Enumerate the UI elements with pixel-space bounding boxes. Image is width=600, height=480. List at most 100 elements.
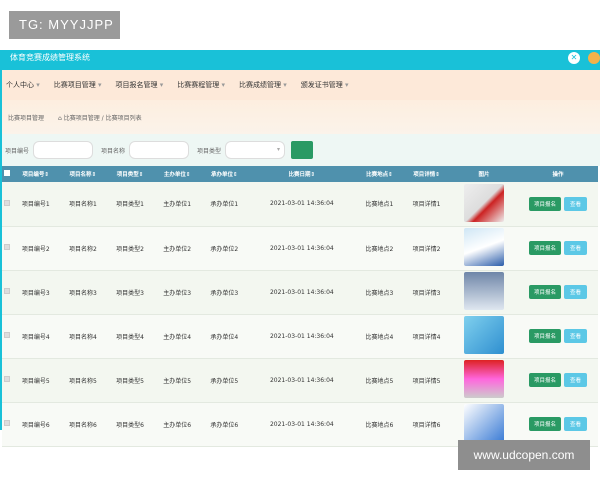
table-cell: 主办单位1 — [153, 182, 201, 227]
table-cell: 比赛地点1 — [355, 182, 403, 227]
table-cell: 项目详情1 — [402, 182, 451, 227]
table-row: 项目编号4 项目名称4 项目类型4 主办单位4 承办单位4 2021-03-01 14:3… — [2, 314, 598, 359]
nav-item[interactable]: 比赛项目管理 ▾ — [54, 80, 102, 90]
table-cell: 比赛地点5 — [355, 358, 403, 403]
top-bar: 体育竞赛成绩管理系统 ✕ — [2, 50, 600, 70]
search-button[interactable] — [291, 141, 314, 159]
select-all-checkbox[interactable] — [2, 166, 13, 182]
table-cell: 比赛地点2 — [355, 226, 403, 271]
register-button[interactable]: 项目报名 — [528, 285, 561, 299]
view-button[interactable]: 查看 — [564, 329, 588, 343]
table-cell: 项目编号1 — [12, 182, 60, 227]
project-table: 项目编号⇕ 项目名称⇕ 项目类型⇕ 主办单位⇕ 承办单位⇕ 比赛日期⇕ 比赛地点⇕ 项目详情⇕… — [2, 166, 598, 447]
project-image — [450, 358, 518, 403]
table-row: 项目编号5 项目名称5 项目类型5 主办单位5 承办单位5 2021-03-01 14:3… — [2, 358, 598, 403]
table-cell: 比赛地点6 — [355, 402, 403, 447]
register-button[interactable]: 项目报名 — [528, 241, 561, 255]
table-cell: 项目类型2 — [106, 226, 154, 271]
table-cell: 2021-03-01 14:36:04 — [247, 314, 356, 359]
column-header[interactable]: 比赛地点⇕ — [355, 166, 403, 182]
project-image — [450, 182, 518, 227]
watermark-bottom: www.udcopen.com — [458, 440, 590, 470]
project-image — [450, 226, 518, 271]
page-title: 比赛项目管理 — [8, 114, 45, 122]
register-button[interactable]: 项目报名 — [528, 196, 561, 211]
view-button[interactable]: 查看 — [564, 241, 588, 255]
table-cell: 项目名称2 — [59, 226, 107, 271]
row-checkbox[interactable] — [2, 314, 13, 359]
row-checkbox[interactable] — [2, 182, 13, 227]
table-cell: 主办单位3 — [153, 270, 201, 315]
table-cell: 承办单位2 — [200, 226, 248, 271]
type-select[interactable]: ▾ — [225, 141, 286, 159]
column-header[interactable]: 项目类型⇕ — [106, 166, 154, 182]
table-row: 项目编号3 项目名称3 项目类型3 主办单位3 承办单位3 2021-03-01 14:3… — [2, 270, 598, 315]
register-button[interactable]: 项目报名 — [528, 417, 561, 431]
view-button[interactable]: 查看 — [564, 196, 588, 211]
column-header[interactable]: 项目名称⇕ — [59, 166, 107, 182]
chevron-down-icon: ▾ — [344, 81, 349, 89]
nav-item[interactable]: 项目报名管理 ▾ — [116, 80, 164, 90]
column-header: 图片 — [450, 166, 518, 182]
table-cell: 2021-03-01 14:36:04 — [247, 402, 356, 447]
project-image — [450, 314, 518, 359]
avatar[interactable] — [588, 52, 600, 64]
register-button[interactable]: 项目报名 — [528, 373, 561, 387]
table-cell: 项目详情3 — [402, 270, 451, 315]
actions-cell: 项目报名 查看 — [518, 358, 598, 403]
table-cell: 主办单位5 — [153, 358, 201, 403]
table-cell: 项目详情2 — [402, 226, 451, 271]
table-cell: 项目编号3 — [12, 270, 60, 315]
table-cell: 承办单位6 — [200, 402, 248, 447]
project-image — [450, 270, 518, 315]
actions-cell: 项目报名 查看 — [518, 314, 598, 359]
table-cell: 比赛地点3 — [355, 270, 403, 315]
chevron-down-icon: ▾ — [221, 81, 225, 89]
breadcrumb: 比赛项目管理 ⌂ 比赛项目管理 / 比赛项目列表 — [2, 100, 600, 134]
row-checkbox[interactable] — [2, 402, 13, 447]
view-button[interactable]: 查看 — [564, 417, 588, 431]
table-cell: 比赛地点4 — [355, 314, 403, 359]
table-cell: 承办单位5 — [200, 358, 248, 403]
nav-item[interactable]: 比赛成绩管理 ▾ — [239, 80, 287, 90]
column-header[interactable]: 承办单位⇕ — [200, 166, 248, 182]
table-cell: 承办单位1 — [200, 182, 248, 227]
breadcrumb-path: ⌂ 比赛项目管理 / 比赛项目列表 — [58, 114, 142, 122]
view-button[interactable]: 查看 — [564, 373, 588, 387]
column-header[interactable]: 项目编号⇕ — [12, 166, 60, 182]
table-cell: 主办单位2 — [153, 226, 201, 271]
label-type: 项目类型 — [197, 147, 222, 155]
nav-item[interactable]: 颁发证书管理 ▾ — [301, 80, 349, 90]
fullscreen-icon[interactable]: ✕ — [568, 52, 580, 64]
table-cell: 项目类型4 — [106, 314, 154, 359]
table-cell: 项目类型5 — [106, 358, 154, 403]
table-row: 项目编号1 项目名称1 项目类型1 主办单位1 承办单位1 2021-03-01 14:3… — [2, 182, 598, 227]
row-checkbox[interactable] — [2, 358, 13, 403]
nav-item[interactable]: 个人中心 ▾ — [6, 80, 40, 90]
column-header[interactable]: 比赛日期⇕ — [247, 166, 356, 182]
row-checkbox[interactable] — [2, 270, 13, 315]
table-cell: 2021-03-01 14:36:04 — [247, 270, 356, 315]
actions-cell: 项目报名 查看 — [518, 270, 598, 315]
table-cell: 项目名称4 — [59, 314, 107, 359]
table-cell: 承办单位3 — [200, 270, 248, 315]
table-cell: 项目编号6 — [12, 402, 60, 447]
table-cell: 承办单位4 — [200, 314, 248, 359]
name-input[interactable] — [129, 141, 190, 159]
nav-item[interactable]: 比赛赛程管理 ▾ — [177, 80, 225, 90]
actions-cell: 项目报名 查看 — [518, 226, 598, 271]
main-nav: 个人中心 ▾ 比赛项目管理 ▾ 项目报名管理 ▾ 比赛赛程管理 ▾ 比赛成绩管理 ▾ 颁发… — [2, 70, 600, 100]
chevron-down-icon: ▾ — [159, 81, 164, 89]
table-cell: 项目名称1 — [59, 182, 107, 227]
table-cell: 项目名称6 — [59, 402, 107, 447]
register-button[interactable]: 项目报名 — [528, 329, 561, 343]
app-title: 体育竞赛成绩管理系统 — [10, 53, 90, 62]
table-cell: 项目详情4 — [402, 314, 451, 359]
row-checkbox[interactable] — [2, 226, 13, 271]
chevron-down-icon: ▾ — [283, 81, 287, 89]
view-button[interactable]: 查看 — [564, 285, 588, 299]
column-header[interactable]: 项目详情⇕ — [402, 166, 451, 182]
code-input[interactable] — [33, 141, 94, 159]
table-cell: 项目详情6 — [402, 402, 451, 447]
column-header[interactable]: 主办单位⇕ — [153, 166, 201, 182]
